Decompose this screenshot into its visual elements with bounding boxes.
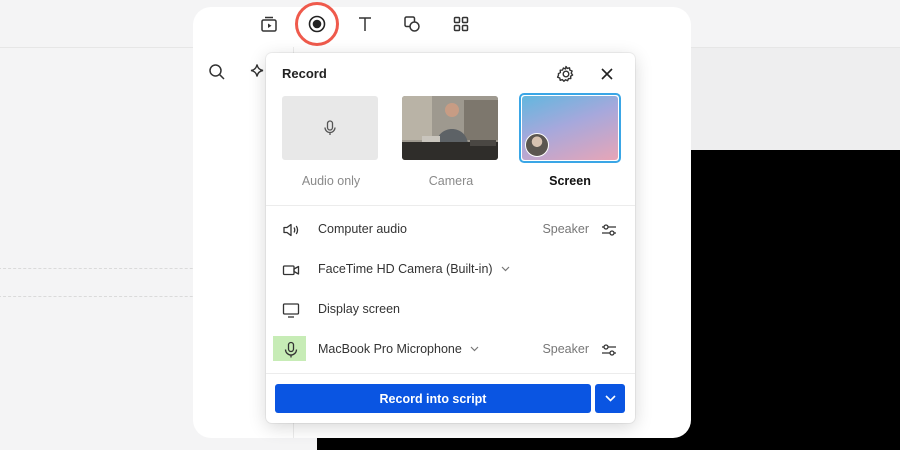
sliders-icon[interactable] [599,220,619,240]
chevron-down-icon[interactable] [470,346,479,352]
drop-zone[interactable] [0,268,223,297]
record-popup: Record Audio only Camera Screen Computer… [266,53,635,423]
shapes-icon[interactable] [398,10,426,38]
row-label: Computer audio [318,222,407,236]
row-camera[interactable]: FaceTime HD Camera (Built-in) [266,250,635,290]
row-label: Display screen [318,302,400,316]
sliders-icon[interactable] [599,340,619,360]
media-icon[interactable] [255,10,283,38]
mode-audio-only[interactable]: Audio only [282,96,380,188]
popup-title: Record [282,66,327,81]
record-options-dropdown[interactable] [595,384,625,413]
output-select[interactable]: Speaker [542,342,589,356]
camera-icon [282,265,300,276]
chevron-down-icon [604,395,616,402]
gear-icon[interactable] [556,64,576,84]
microphone-icon [324,120,336,135]
microphone-icon [284,341,298,358]
record-into-script-button[interactable]: Record into script [275,384,591,413]
selected-outline [519,93,621,163]
chevron-down-icon[interactable] [501,266,510,272]
speaker-icon [283,223,299,237]
mode-label: Audio only [301,174,361,188]
row-label: MacBook Pro Microphone [318,342,462,356]
text-icon[interactable] [351,10,379,38]
row-display-screen[interactable]: Display screen [266,290,635,330]
close-icon[interactable] [597,64,617,84]
record-icon [308,15,326,33]
row-label: FaceTime HD Camera (Built-in) [318,262,493,276]
avatar [525,133,549,157]
audio-only-thumbnail [282,96,378,160]
mode-label: Screen [549,174,591,188]
mode-screen[interactable]: Screen [519,93,621,188]
output-select[interactable]: Speaker [542,222,589,236]
mode-label: Camera [428,174,474,188]
record-toolbar-button[interactable] [295,2,339,46]
screen-thumbnail [522,96,618,160]
search-icon[interactable] [207,62,227,82]
monitor-icon [282,303,300,318]
mode-camera[interactable]: Camera [402,96,500,188]
camera-thumbnail [402,96,498,160]
sparkle-icon[interactable] [248,62,268,82]
row-microphone[interactable]: MacBook Pro Microphone Speaker [266,330,635,370]
row-computer-audio[interactable]: Computer audio Speaker [266,210,635,250]
grid-icon[interactable] [447,10,475,38]
camera-preview-image [402,96,498,160]
